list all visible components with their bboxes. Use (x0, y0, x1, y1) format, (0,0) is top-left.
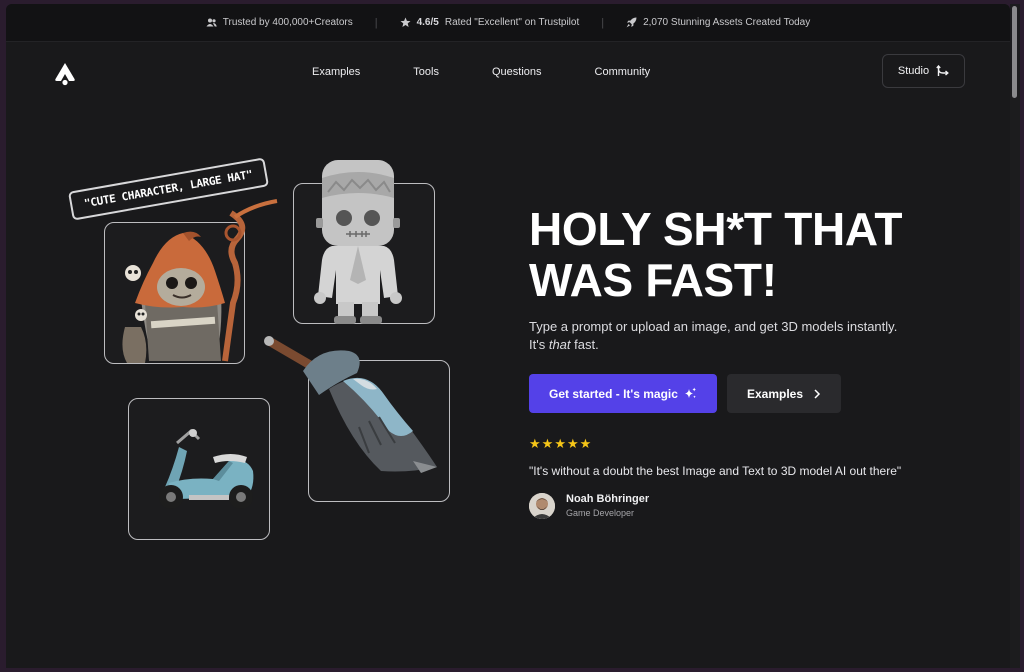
avatar-portrait (529, 493, 555, 519)
banner-item-rating: 4.6/5 Rated "Excellent" on Trustpilot (400, 17, 580, 28)
chevron-right-icon (814, 388, 821, 399)
hero-headline-line-2: WAS FAST! (529, 254, 777, 306)
testimonial-author-name: Noah Böhringer (566, 493, 650, 505)
star-icon: ★ (529, 436, 541, 451)
banner-separator: | (374, 16, 378, 29)
rocket-icon (626, 17, 637, 28)
nav-link-examples[interactable]: Examples (312, 66, 360, 78)
studio-button[interactable]: Studio (882, 54, 965, 88)
banner-rating-score: 4.6/5 (416, 17, 439, 28)
nav-link-tools[interactable]: Tools (413, 66, 439, 78)
hero-subtext: Type a prompt or upload an image, and ge… (529, 318, 949, 354)
get-started-label: Get started - It's magic (549, 386, 678, 401)
hero-headline: HOLY SH*T THAT WAS FAST! (529, 204, 969, 306)
hero-subtext-line-2: It's that fast. (529, 336, 949, 354)
star-icon: ★ (554, 436, 566, 451)
page: Trusted by 400,000+Creators | 4.6/5 Rate… (6, 4, 1010, 668)
sparkles-icon (684, 387, 696, 399)
star-icon: ★ (541, 436, 554, 451)
scrollbar[interactable] (1010, 4, 1020, 668)
hero-headline-line-1: HOLY SH*T THAT (529, 203, 903, 255)
hero-subtext-post: fast. (570, 337, 599, 352)
avatar (529, 493, 555, 519)
banner-text: Trusted by 400,000+Creators (222, 17, 353, 28)
scooter-model (159, 428, 254, 509)
fantasy-sword-model (264, 336, 437, 473)
testimonial-quote: "It's without a doubt the best Image and… (529, 464, 902, 478)
wizard-character-card (104, 199, 278, 364)
get-started-button[interactable]: Get started - It's magic (529, 374, 717, 413)
fantasy-sword-card (264, 336, 450, 502)
nav-link-community[interactable]: Community (595, 66, 651, 78)
nav-link-questions[interactable]: Questions (492, 66, 542, 78)
star-icon: ★ (579, 436, 592, 451)
examples-button[interactable]: Examples (727, 374, 841, 413)
banner-text: Rated "Excellent" on Trustpilot (444, 17, 580, 28)
studio-button-label: Studio (897, 65, 930, 77)
scrollbar-thumb[interactable] (1012, 6, 1017, 98)
scooter-card (128, 398, 270, 540)
main-nav: Examples Tools Questions Community (312, 66, 703, 78)
star-icon (400, 17, 411, 27)
banner-text: 2,070 Stunning Assets Created Today (643, 17, 811, 28)
logo-icon[interactable] (54, 62, 76, 86)
wizard-character-model (122, 199, 278, 363)
branch-arrow-icon (936, 64, 949, 76)
users-icon (206, 18, 217, 27)
banner-separator: | (601, 16, 605, 29)
hero-subtext-emphasis: that (548, 337, 571, 352)
banner-item-creators: Trusted by 400,000+Creators (206, 17, 353, 28)
rating-stars: ★ ★ ★ ★ ★ (529, 437, 591, 451)
frankenstein-figure-model (314, 160, 402, 324)
hero-subtext-pre: It's (529, 337, 549, 352)
hero-subtext-line-1: Type a prompt or upload an image, and ge… (529, 319, 898, 334)
examples-button-label: Examples (746, 386, 804, 401)
trust-banner: Trusted by 400,000+Creators | 4.6/5 Rate… (6, 4, 1010, 42)
frankenstein-figure-card (293, 160, 435, 324)
star-icon: ★ (566, 436, 579, 451)
prompt-tag: "CUTE CHARACTER, LARGE HAT" (68, 157, 269, 221)
banner-item-assets: 2,070 Stunning Assets Created Today (626, 17, 810, 28)
testimonial-author-role: Game Developer (566, 508, 635, 518)
